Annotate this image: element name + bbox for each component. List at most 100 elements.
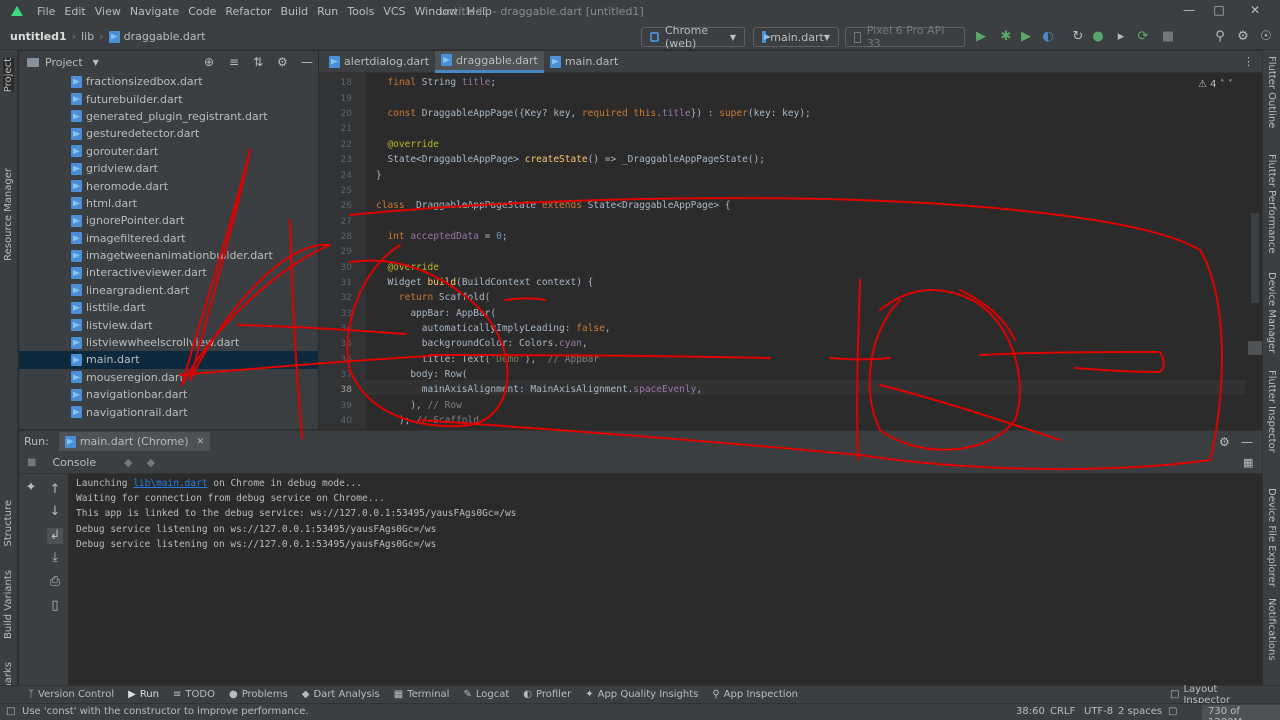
list-item[interactable]: futurebuilder.dart [19,90,318,107]
list-item[interactable]: mouseregion.dart [19,369,318,386]
logcat-tool[interactable]: ✎ Logcat [463,689,509,700]
emulator-select[interactable]: Pixel 6 Pro API 33 [845,24,965,50]
stop-icon[interactable]: ■ [27,457,36,468]
list-item[interactable]: imagefiltered.dart [19,230,318,247]
menu-tools[interactable]: Tools [347,5,374,18]
maximize-icon[interactable]: □ [1210,3,1228,21]
list-item[interactable]: html.dart [19,195,318,212]
terminal-tool[interactable]: ▦ Terminal [394,689,450,700]
flutter-inspector-tool-tab[interactable]: Flutter Inspector [1266,370,1277,453]
warning-indicator[interactable]: ⚠ 4 ˄ ˅ [1198,79,1233,90]
list-item[interactable]: gridview.dart [19,160,318,177]
notifications-tool-tab[interactable]: Notifications [1266,598,1277,661]
list-item[interactable]: navigationbar.dart [19,386,318,403]
file-encoding[interactable]: UTF-8 [1084,706,1113,717]
menu-run[interactable]: Run [317,5,338,18]
tab-console[interactable]: Console [52,456,96,469]
minimize-icon[interactable]: — [1180,3,1198,21]
menu-navigate[interactable]: Navigate [130,5,179,18]
trash-icon[interactable]: ▯ [47,598,63,614]
list-item[interactable]: ignorePointer.dart [19,212,318,229]
breadcrumb-lib[interactable]: lib [81,30,94,43]
list-item[interactable]: fractionsizedbox.dart [19,73,318,90]
gear-icon[interactable]: ⚙ [277,55,288,69]
list-item[interactable]: heromode.dart [19,177,318,194]
menu-code[interactable]: Code [188,5,216,18]
menu-vcs[interactable]: VCS [383,5,405,18]
chevron-down-icon[interactable]: ▼ [93,58,99,67]
gear-icon[interactable]: ⚙ [1219,435,1230,449]
soft-wrap-icon[interactable]: ↲ [47,528,63,544]
build-variants-tool-tab[interactable]: Build Variants [3,570,14,639]
list-item[interactable]: listview.dart [19,316,318,333]
sync-icon[interactable]: ⟳ [1135,29,1151,45]
stop-icon[interactable]: ■ [1160,29,1176,45]
indent-setting[interactable]: 2 spaces [1118,706,1162,717]
list-item[interactable]: navigationrail.dart [19,403,318,420]
file-link[interactable]: lib\main.dart [133,478,207,489]
resource-manager-tool-tab[interactable]: Resource Manager [3,168,14,261]
close-icon[interactable]: ✕ [197,437,205,447]
device-file-explorer-tool-tab[interactable]: Device File Explorer [1266,488,1277,587]
target-device-select[interactable]: Chrome (web) ▼ [641,24,745,50]
inspector-icon[interactable]: ◆ [147,456,155,469]
list-item[interactable]: listtile.dart [19,299,318,316]
breadcrumb-project[interactable]: untitled1 [10,30,67,43]
attach-debugger-icon[interactable]: ▶ [1018,29,1034,45]
tab-draggable[interactable]: draggable.dart [435,50,544,73]
menu-build[interactable]: Build [281,5,309,18]
flutter-performance-tool-tab[interactable]: Flutter Performance [1266,154,1277,254]
run-config-tab[interactable]: main.dart (Chrome) ✕ [58,432,211,451]
problems-tool[interactable]: ● Problems [229,689,288,700]
expand-all-icon[interactable]: ⇅ [253,55,263,69]
project-tool-tab[interactable]: Project [3,58,14,93]
code-editor[interactable]: final String title; const DraggableAppPa… [366,73,1246,429]
close-icon[interactable]: ✕ [1246,3,1264,21]
bug-icon[interactable]: ● [1090,29,1106,45]
list-item[interactable]: gesturedetector.dart [19,125,318,142]
search-icon[interactable]: ⚲ [1212,29,1228,45]
structure-tool-tab[interactable]: Structure [3,500,14,547]
more-icon[interactable]: ⋮ [1243,55,1254,68]
hide-icon[interactable]: — [301,55,313,69]
list-item[interactable]: generated_plugin_registrant.dart [19,108,318,125]
hide-icon[interactable]: — [1241,435,1253,449]
console-output[interactable]: Launching lib\main.dart on Chrome in deb… [68,474,1262,685]
menu-view[interactable]: View [95,5,121,18]
run-icon[interactable]: ▶ [973,29,989,45]
pin-icon[interactable]: ✦ [23,480,39,496]
account-icon[interactable]: ☉ [1258,29,1274,45]
layout-icon[interactable]: ▦ [1243,456,1253,469]
menu-refactor[interactable]: Refactor [225,5,271,18]
gear-icon[interactable]: ⚙ [1235,29,1251,45]
run-config-select[interactable]: main.dart ▼ [753,27,839,47]
collapse-all-icon[interactable]: ≡ [229,55,239,69]
target-icon[interactable]: ⊕ [204,55,214,69]
scroll-thumb[interactable] [1251,213,1259,303]
memory-indicator[interactable]: 730 of 1280M [1202,705,1280,720]
list-item[interactable]: imagetweenanimationbuilder.dart [19,247,318,264]
menu-edit[interactable]: Edit [64,5,85,18]
editor-scrollbar[interactable] [1248,73,1262,429]
print-icon[interactable]: ⎙ [47,574,63,590]
list-item[interactable]: lineargradient.dart [19,282,318,299]
lock-icon[interactable]: ▢ [1168,706,1177,717]
todo-tool[interactable]: ≡ TODO [173,689,215,700]
hot-reload-icon[interactable]: ↻ [1070,29,1086,45]
app-quality-insights-tool[interactable]: ✦ App Quality Insights [585,689,698,700]
tools-icon[interactable]: ◆ [124,456,132,469]
flutter-outline-tool-tab[interactable]: Flutter Outline [1266,56,1277,128]
app-inspection-tool[interactable]: ⚲ App Inspection [712,689,798,700]
apply-changes-icon[interactable]: ▸ [1113,29,1129,45]
version-control-tool[interactable]: ᛉ Version Control [28,689,114,700]
menu-file[interactable]: File [37,5,55,18]
device-manager-tool-tab[interactable]: Device Manager [1266,272,1277,353]
profiler-tool[interactable]: ◐ Profiler [523,689,571,700]
list-item[interactable]: gorouter.dart [19,143,318,160]
caret-position[interactable]: 38:60 [1016,706,1045,717]
line-separator[interactable]: CRLF [1050,706,1075,717]
breadcrumb-file[interactable]: draggable.dart [124,30,206,43]
project-view-select[interactable]: Project [45,56,83,69]
arrow-up-icon[interactable]: ↑ [47,482,63,498]
scroll-to-end-icon[interactable]: ⤓ [47,550,63,566]
